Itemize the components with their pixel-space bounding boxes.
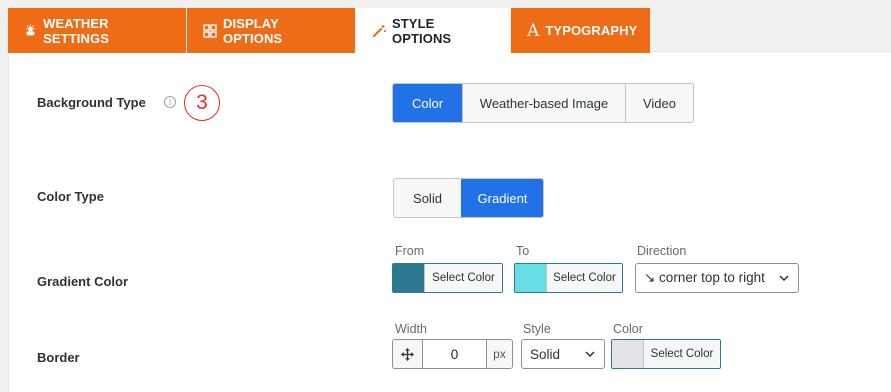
gradient-to-select-button[interactable]: Select Color bbox=[546, 264, 622, 292]
background-type-label: Background Type bbox=[37, 95, 146, 110]
chevron-down-icon bbox=[779, 275, 789, 282]
border-unit: px bbox=[486, 340, 512, 368]
gradient-to-label: To bbox=[516, 244, 530, 258]
gradient-to-swatch bbox=[515, 264, 546, 292]
background-type-selector: Color Weather-based Image Video bbox=[392, 83, 694, 123]
direction-value: ↘ corner top to right bbox=[644, 270, 765, 285]
tab-label: DISPLAY OPTIONS bbox=[223, 15, 283, 46]
tab-label: WEATHER SETTINGS bbox=[43, 15, 109, 46]
border-label: Border bbox=[37, 350, 80, 365]
color-type-label: Color Type bbox=[37, 189, 104, 204]
border-width-input[interactable]: 0 bbox=[423, 340, 486, 368]
gradient-color-label: Gradient Color bbox=[37, 274, 129, 289]
tab-weather-settings[interactable]: WEATHER SETTINGS bbox=[8, 8, 186, 53]
tab-display-options[interactable]: DISPLAY OPTIONS bbox=[187, 8, 355, 53]
background-type-color[interactable]: Color bbox=[393, 84, 462, 122]
color-type-solid[interactable]: Solid bbox=[394, 179, 461, 217]
border-color-select-button[interactable]: Select Color bbox=[643, 340, 720, 368]
direction-label: Direction bbox=[637, 244, 687, 258]
tab-label: TYPOGRAPHY bbox=[545, 23, 638, 38]
background-type-video[interactable]: Video bbox=[625, 84, 693, 122]
step-badge: 3 bbox=[184, 85, 220, 121]
background-type-weather-image[interactable]: Weather-based Image bbox=[462, 84, 625, 122]
border-color-swatch bbox=[612, 340, 643, 368]
gradient-from-swatch bbox=[393, 264, 424, 292]
tab-bar: WEATHER SETTINGS DISPLAY OPTIONS STYLE O… bbox=[8, 8, 650, 53]
move-arrows-icon[interactable] bbox=[393, 340, 423, 368]
color-type-gradient[interactable]: Gradient bbox=[461, 179, 543, 217]
grid-icon bbox=[203, 23, 217, 38]
border-width-field: 0 px bbox=[392, 339, 513, 369]
border-color-picker[interactable]: Select Color bbox=[611, 339, 721, 369]
tab-label: STYLE OPTIONS bbox=[392, 15, 452, 46]
border-width-label: Width bbox=[395, 322, 427, 336]
font-a-icon: A bbox=[527, 20, 540, 41]
gradient-to-picker[interactable]: Select Color bbox=[514, 263, 623, 293]
border-style-label: Style bbox=[523, 322, 551, 336]
direction-select[interactable]: ↘ corner top to right bbox=[635, 263, 799, 293]
chevron-down-icon bbox=[585, 351, 595, 358]
tab-style-options[interactable]: STYLE OPTIONS bbox=[356, 8, 510, 53]
border-style-select[interactable]: Solid bbox=[521, 339, 605, 369]
gradient-from-label: From bbox=[395, 244, 425, 258]
border-color-label: Color bbox=[613, 322, 643, 336]
color-type-selector: Solid Gradient bbox=[393, 178, 544, 218]
magic-wand-icon bbox=[372, 24, 386, 38]
tab-typography[interactable]: A TYPOGRAPHY bbox=[511, 8, 650, 53]
gradient-from-select-button[interactable]: Select Color bbox=[424, 264, 502, 292]
gradient-from-picker[interactable]: Select Color bbox=[392, 263, 503, 293]
cloud-sun-icon bbox=[24, 24, 37, 38]
info-icon[interactable]: i bbox=[164, 96, 176, 108]
border-style-value: Solid bbox=[530, 346, 561, 362]
